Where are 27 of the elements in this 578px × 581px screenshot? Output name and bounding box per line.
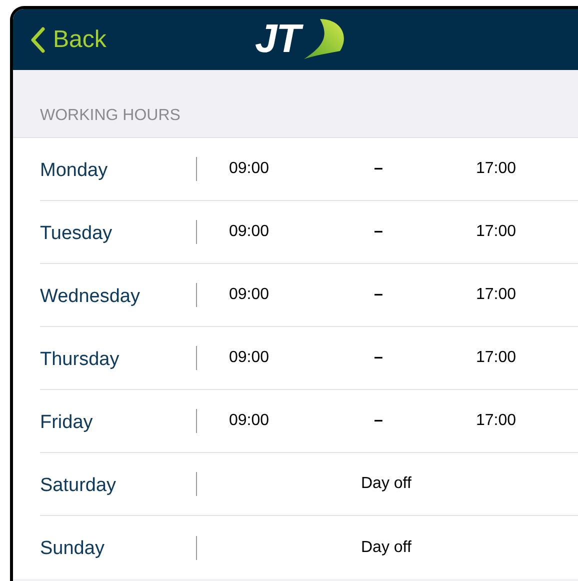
end-time: 17:00: [476, 285, 516, 305]
day-label: Monday: [40, 158, 109, 183]
end-time: 17:00: [476, 159, 516, 179]
dash: –: [374, 222, 384, 242]
day-label: Thursday: [40, 348, 120, 372]
day-label: Saturday: [40, 474, 118, 498]
day-off-text: Day off: [361, 538, 412, 558]
day-label: Wednesday: [40, 284, 141, 309]
day-off-text: Day off: [361, 474, 412, 494]
end-time: 17:00: [476, 411, 516, 431]
dash: –: [374, 285, 384, 305]
section-title: WORKING HOURS: [40, 106, 180, 126]
back-icon: [31, 26, 45, 52]
end-time: 17:00: [476, 348, 516, 368]
end-time: 17:00: [476, 222, 516, 242]
back-button[interactable]: Back: [31, 22, 106, 58]
start-time: 09:00: [229, 285, 270, 305]
dash: –: [374, 348, 384, 368]
start-time: 09:00: [229, 411, 270, 431]
start-time: 09:00: [229, 348, 270, 368]
dash: –: [374, 159, 384, 179]
day-label: Tuesday: [40, 222, 114, 246]
day-label: Friday: [40, 410, 94, 435]
start-time: 09:00: [229, 222, 270, 242]
start-time: 09:00: [229, 159, 270, 179]
day-label: Sunday: [40, 537, 106, 562]
dash: –: [374, 411, 384, 431]
